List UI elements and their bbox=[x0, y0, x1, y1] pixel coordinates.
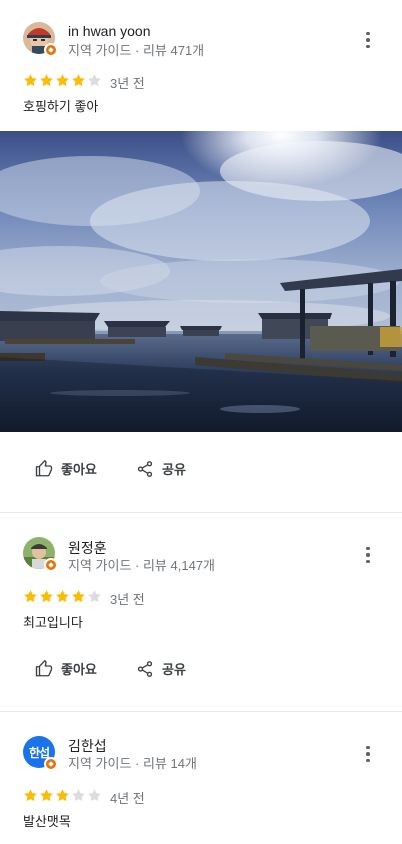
review-card: in hwan yoon 지역 가이드 · 리뷰 471개 3년 전 호핑하기 … bbox=[0, 0, 402, 512]
share-label: 공유 bbox=[162, 662, 186, 677]
review-card: 원정훈 지역 가이드 · 리뷰 4,147개 3년 전 최고입니다 좋아요 공유 bbox=[0, 513, 402, 711]
thumb-up-icon bbox=[35, 459, 53, 476]
star-icon bbox=[40, 74, 53, 87]
like-label: 좋아요 bbox=[61, 662, 97, 677]
reviewer-meta: 지역 가이드 · 리뷰 471개 bbox=[68, 43, 205, 58]
share-icon bbox=[137, 460, 153, 477]
review-time: 4년 전 bbox=[110, 791, 145, 806]
more-vert-icon[interactable] bbox=[360, 545, 376, 565]
review-text: 호핑하기 좋아 bbox=[23, 99, 99, 114]
share-button[interactable]: 공유 bbox=[136, 459, 186, 478]
review-time: 3년 전 bbox=[110, 592, 145, 607]
star-icon bbox=[40, 789, 53, 802]
local-guide-badge-icon bbox=[44, 43, 58, 57]
star-icon bbox=[24, 74, 37, 87]
reviewer-avatar[interactable] bbox=[23, 22, 58, 57]
share-button[interactable]: 공유 bbox=[136, 659, 186, 678]
star-icon bbox=[24, 590, 37, 603]
star-icon bbox=[56, 789, 69, 802]
star-icon bbox=[56, 590, 69, 603]
local-guide-badge-icon bbox=[44, 757, 58, 771]
star-icon bbox=[88, 789, 101, 802]
star-icon bbox=[88, 74, 101, 87]
reviewer-meta: 지역 가이드 · 리뷰 14개 bbox=[68, 756, 197, 771]
review-time: 3년 전 bbox=[110, 76, 145, 91]
review-photo[interactable] bbox=[0, 131, 402, 432]
seascape-image bbox=[0, 131, 402, 432]
reviewer-name[interactable]: in hwan yoon bbox=[68, 23, 151, 39]
more-vert-icon[interactable] bbox=[360, 30, 376, 50]
thumb-up-icon bbox=[35, 659, 53, 676]
star-icon bbox=[88, 590, 101, 603]
share-icon bbox=[137, 660, 153, 677]
review-text: 최고입니다 bbox=[23, 615, 83, 630]
star-icon bbox=[72, 789, 85, 802]
review-text: 발산맷목 bbox=[23, 814, 71, 829]
like-label: 좋아요 bbox=[61, 462, 97, 477]
star-rating bbox=[23, 788, 102, 803]
like-button[interactable]: 좋아요 bbox=[35, 459, 97, 478]
reviewer-meta: 지역 가이드 · 리뷰 4,147개 bbox=[68, 558, 215, 573]
local-guide-badge-icon bbox=[44, 558, 58, 572]
share-label: 공유 bbox=[162, 462, 186, 477]
review-card: 한섭 김한섭 지역 가이드 · 리뷰 14개 4년 전 발산맷목 bbox=[0, 712, 402, 844]
star-rating bbox=[23, 73, 102, 88]
star-icon bbox=[56, 74, 69, 87]
star-icon bbox=[72, 590, 85, 603]
star-icon bbox=[72, 74, 85, 87]
like-button[interactable]: 좋아요 bbox=[35, 659, 97, 678]
star-rating bbox=[23, 589, 102, 604]
reviewer-avatar[interactable]: 한섭 bbox=[23, 736, 58, 771]
reviewer-avatar[interactable] bbox=[23, 537, 58, 572]
more-vert-icon[interactable] bbox=[360, 744, 376, 764]
star-icon bbox=[24, 789, 37, 802]
star-icon bbox=[40, 590, 53, 603]
